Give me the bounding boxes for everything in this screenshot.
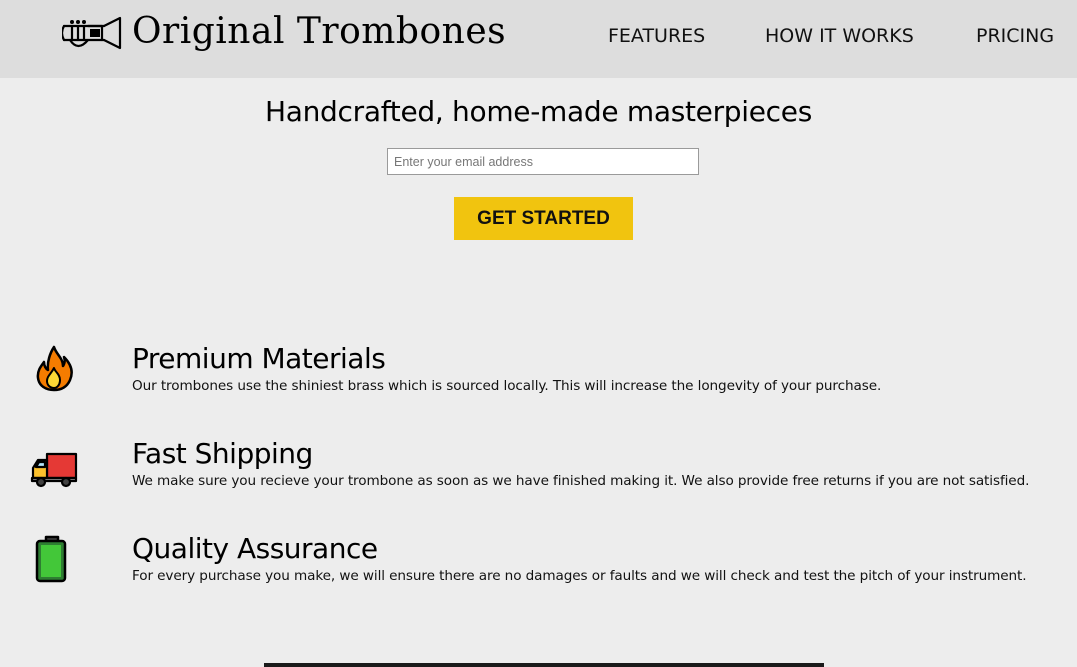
site-header: Original Trombones FEATURES HOW IT WORKS…: [0, 0, 1077, 78]
nav-link-pricing[interactable]: PRICING: [976, 24, 1054, 48]
hero-title: Handcrafted, home-made masterpieces: [265, 95, 812, 128]
site-logo-text[interactable]: Original Trombones: [132, 8, 506, 56]
delivery-truck-icon: [30, 452, 78, 488]
trombone-logo-icon[interactable]: [62, 14, 122, 54]
fire-icon: [36, 345, 73, 392]
feature-description: For every purchase you make, we will ens…: [132, 568, 1027, 584]
nav-link-how-it-works[interactable]: HOW IT WORKS: [765, 24, 914, 48]
feature-title: Fast Shipping: [132, 437, 313, 470]
video-frame-edge[interactable]: [264, 663, 824, 667]
email-input[interactable]: [387, 148, 699, 175]
feature-description: We make sure you recieve your trombone a…: [132, 473, 1030, 489]
battery-icon: [35, 535, 67, 583]
get-started-button[interactable]: GET STARTED: [454, 197, 633, 240]
feature-title: Quality Assurance: [132, 532, 378, 565]
feature-description: Our trombones use the shiniest brass whi…: [132, 378, 882, 394]
feature-title: Premium Materials: [132, 342, 386, 375]
nav-link-features[interactable]: FEATURES: [608, 24, 705, 48]
